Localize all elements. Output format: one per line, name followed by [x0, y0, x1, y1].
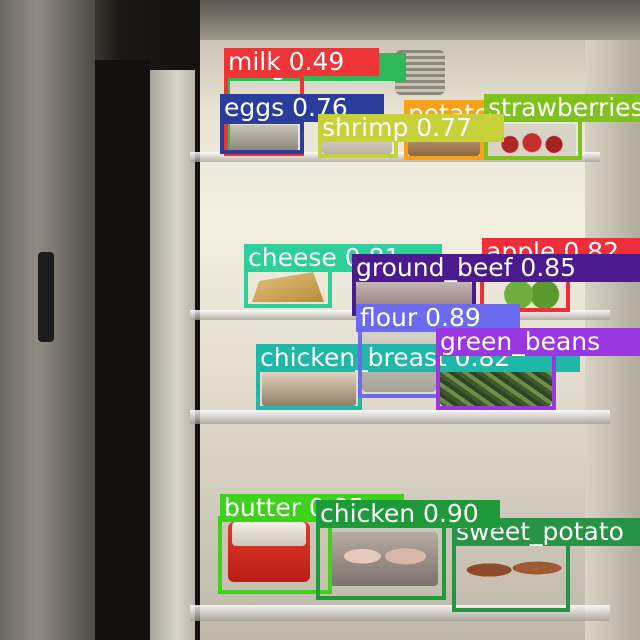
door-handle: [38, 252, 54, 342]
fridge-photo: fudge 0.51 milk 0.49 potatoes strawberri…: [0, 0, 640, 640]
detection-box-green-beans: [436, 352, 556, 410]
detection-box-chicken: [316, 524, 446, 600]
shelf-third: [190, 410, 610, 424]
detection-box-butter: [218, 516, 332, 594]
detection-box-chicken-breast: [256, 366, 362, 410]
detection-label-chicken: chicken 0.90: [316, 500, 500, 528]
detection-box-cheese: [244, 266, 332, 308]
detection-box-eggs: [220, 120, 304, 154]
door-gap: [95, 60, 150, 640]
detection-box-flour: [358, 326, 440, 398]
door-trim: [150, 70, 195, 640]
detection-label-shrimp: shrimp 0.77: [318, 114, 504, 142]
detection-label-ground-beef: ground_beef 0.85: [352, 254, 640, 282]
detection-box-sweet-potato: [452, 540, 570, 612]
detection-label-green-beans: green_beans: [436, 328, 640, 356]
fridge-ceiling: [180, 0, 640, 40]
detection-label-milk: milk 0.49: [224, 48, 379, 76]
detection-label-strawberries: strawberries: [484, 94, 640, 122]
